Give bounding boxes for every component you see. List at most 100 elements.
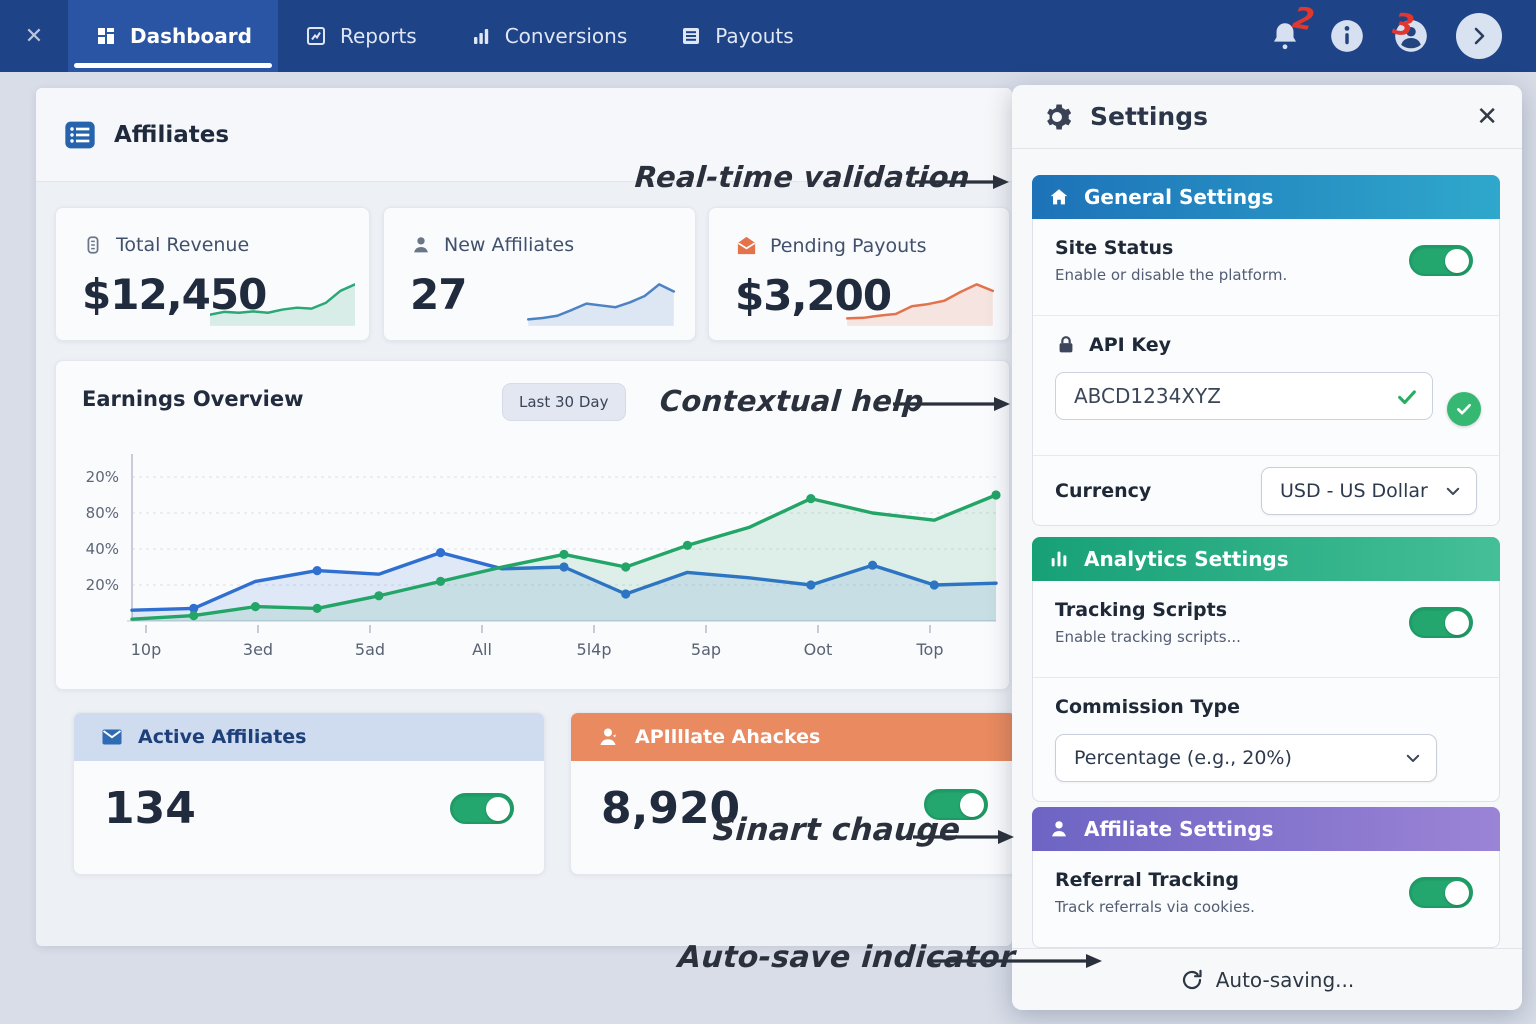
nav-actions: 2 3 [1268, 0, 1536, 72]
revenue-sparkline [210, 276, 355, 328]
affiliates-sparkline [521, 276, 681, 328]
tab-conversions[interactable]: Conversions [443, 0, 654, 72]
svg-text:5l4p: 5l4p [577, 640, 612, 659]
annotation-arrow [893, 395, 1011, 413]
chart-title: Earnings Overview [82, 387, 303, 411]
annotation-contextual-help: Contextual help [659, 384, 925, 418]
envelope-icon [100, 725, 124, 749]
commission-type-row: Commission Type Percentage (e.g., 20%) [1033, 677, 1499, 801]
section-title: Affiliate Settings [1084, 817, 1273, 841]
valid-check-icon [1396, 386, 1418, 408]
bottom-card-value: 134 [104, 783, 196, 834]
commission-type-value: Percentage (e.g., 20%) [1074, 747, 1292, 769]
stat-card-pending-payouts: Pending Payouts $3,200 [708, 207, 1010, 341]
svg-text:20%: 20% [86, 468, 119, 486]
chevron-right-icon [1469, 26, 1489, 46]
analytics-settings-section: Analytics Settings Tracking Scripts Enab… [1032, 537, 1500, 802]
person-icon [410, 234, 432, 256]
envelope-open-icon [735, 234, 758, 257]
annotation-arrow [913, 828, 1015, 846]
expand-button[interactable] [1456, 13, 1502, 59]
svg-text:80%: 80% [86, 504, 119, 522]
svg-text:10p: 10p [131, 640, 162, 659]
tracking-scripts-toggle[interactable] [1409, 607, 1473, 638]
tab-dashboard[interactable]: Dashboard [68, 0, 278, 72]
settings-header: Settings ✕ [1012, 85, 1522, 149]
tab-payouts[interactable]: Payouts [653, 0, 819, 72]
active-affiliates-card: Active Affiliates 134 [73, 712, 545, 875]
currency-label: Currency [1055, 480, 1151, 502]
stat-label: New Affiliates [444, 234, 574, 256]
affiliates-list-icon [62, 119, 98, 151]
tab-label: Payouts [715, 24, 793, 48]
currency-value: USD - US Dollar [1280, 480, 1428, 502]
svg-text:20%: 20% [86, 576, 119, 594]
money-icon [82, 234, 104, 256]
commission-type-select[interactable]: Percentage (e.g., 20%) [1055, 734, 1437, 782]
person-white-icon [597, 725, 621, 749]
refresh-icon [1180, 968, 1204, 992]
affiliate-ahackes-card: APIlllate Ahackes 8,920 [570, 712, 1017, 875]
stat-card-total-revenue: Total Revenue $12,450 [55, 207, 370, 341]
settings-close-icon[interactable]: ✕ [1476, 102, 1498, 132]
currency-select[interactable]: USD - US Dollar [1261, 467, 1477, 515]
bottom-card-title: Active Affiliates [138, 726, 306, 748]
conversions-icon [469, 24, 493, 48]
svg-text:5ad: 5ad [355, 640, 385, 659]
date-range-button[interactable]: Last 30 Day [502, 383, 626, 421]
svg-text:5ap: 5ap [691, 640, 721, 659]
referral-tracking-row: Referral Tracking Track referrals via co… [1033, 851, 1499, 947]
api-key-row: API Key [1033, 315, 1499, 455]
svg-text:40%: 40% [86, 540, 119, 558]
api-key-label: API Key [1089, 334, 1171, 356]
stat-label: Pending Payouts [770, 235, 927, 257]
bottom-card-title: APIlllate Ahackes [635, 726, 820, 748]
autosave-label: Auto-saving... [1216, 968, 1355, 992]
person-white-icon [1048, 818, 1070, 840]
api-key-field-wrap [1055, 372, 1433, 420]
payouts-sparkline [845, 276, 995, 328]
site-status-toggle[interactable] [1409, 245, 1473, 276]
lock-icon [1055, 334, 1077, 356]
stat-label: Total Revenue [116, 234, 249, 256]
svg-text:3ed: 3ed [243, 640, 273, 659]
info-icon[interactable] [1328, 17, 1366, 55]
referral-tracking-toggle[interactable] [1409, 877, 1473, 908]
annotation-arrow [928, 952, 1103, 970]
svg-text:Top: Top [916, 640, 944, 659]
validation-status-icon [1447, 392, 1481, 426]
currency-row: Currency USD - US Dollar [1033, 455, 1499, 525]
date-range-label: Last 30 Day [519, 393, 609, 411]
section-title: General Settings [1084, 185, 1273, 209]
home-icon [1048, 186, 1070, 208]
stat-card-new-affiliates: New Affiliates 27 [383, 207, 696, 341]
tab-label: Reports [340, 24, 417, 48]
top-nav: ✕ Dashboard Reports Conversions Payouts … [0, 0, 1536, 72]
api-key-input[interactable] [1056, 373, 1432, 419]
active-affiliates-toggle[interactable] [450, 793, 514, 824]
site-status-row: Site Status Enable or disable the platfo… [1033, 219, 1499, 315]
annotation-arrow [915, 173, 1010, 191]
reports-icon [304, 24, 328, 48]
chevron-down-icon [1404, 749, 1422, 767]
general-settings-section: General Settings Site Status Enable or d… [1032, 175, 1500, 526]
notification-badge: 2 [1290, 0, 1317, 38]
payouts-icon [679, 24, 703, 48]
tab-label: Dashboard [130, 24, 252, 48]
page-title: Affiliates [114, 122, 229, 148]
close-icon[interactable]: ✕ [0, 0, 68, 72]
chevron-down-icon [1444, 482, 1462, 500]
gear-icon [1042, 102, 1072, 132]
settings-panel: Settings ✕ General Settings Site Status … [1012, 85, 1522, 1010]
earnings-line-chart: 20% 80% 40% 20% 10p 3ed 5ad All 5l4p 5ap Oot Top [74, 449, 1009, 681]
commission-type-label: Commission Type [1055, 696, 1477, 718]
svg-text:All: All [472, 640, 492, 659]
affiliate-settings-section: Affiliate Settings Referral Tracking Tra… [1032, 807, 1500, 948]
svg-text:Oot: Oot [804, 640, 833, 659]
settings-title: Settings [1090, 102, 1458, 131]
tab-reports[interactable]: Reports [278, 0, 443, 72]
section-title: Analytics Settings [1084, 547, 1289, 571]
analytics-icon [1048, 548, 1070, 570]
tracking-scripts-row: Tracking Scripts Enable tracking scripts… [1033, 581, 1499, 677]
tab-label: Conversions [505, 24, 628, 48]
